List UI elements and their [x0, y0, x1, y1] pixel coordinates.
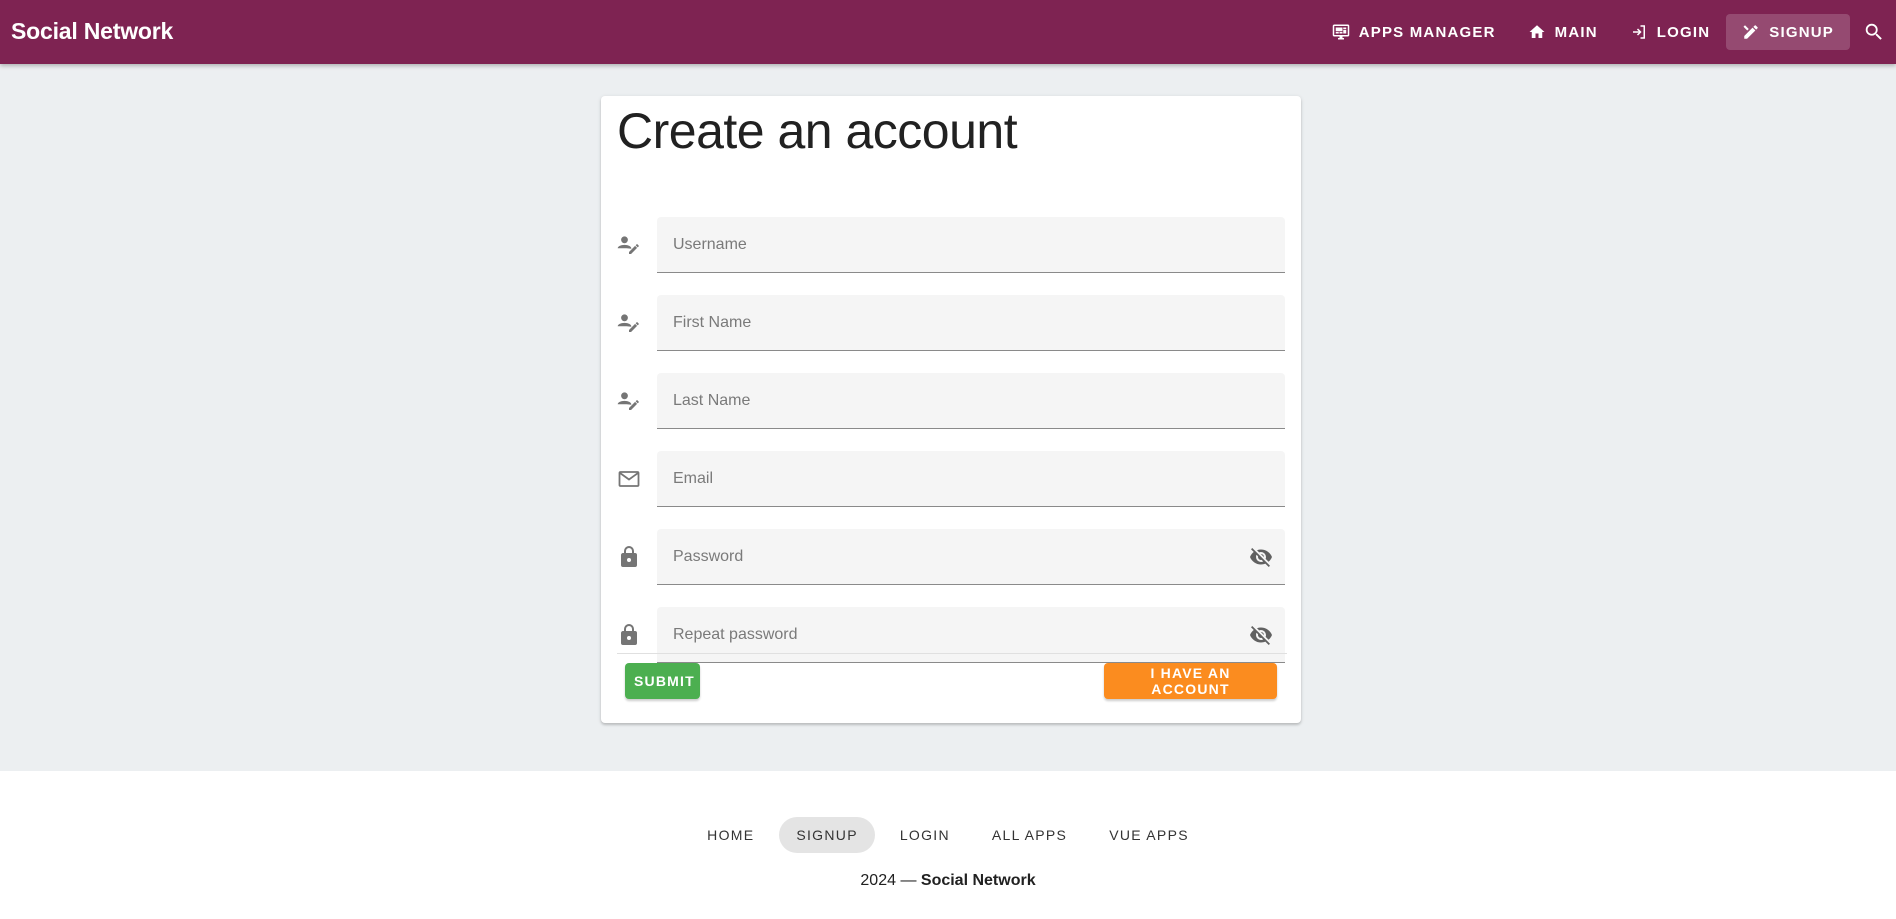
nav-login-label: LOGIN	[1656, 23, 1711, 41]
last-name-field	[657, 373, 1285, 429]
main-content: Create an account Username First Name La…	[0, 64, 1896, 771]
pencil-ruler-icon	[1743, 25, 1759, 39]
monitor-dashboard-icon	[1332, 24, 1349, 40]
app-bar: Social Network APPS MANAGER MAIN LOGIN S…	[0, 0, 1896, 64]
nav-signup-button[interactable]: SIGNUP	[1726, 14, 1850, 50]
nav-apps-manager-button[interactable]: APPS MANAGER	[1316, 14, 1512, 50]
eye-off-icon[interactable]	[1249, 545, 1273, 569]
email-row	[617, 451, 1287, 507]
email-field	[657, 451, 1285, 507]
repeat-password-row	[617, 607, 1287, 663]
footer-year: 2024 —	[860, 872, 921, 889]
first-name-field	[657, 295, 1285, 351]
last-name-input[interactable]	[673, 373, 1233, 429]
lock-icon	[621, 546, 637, 567]
email-outline-icon	[618, 471, 640, 487]
signup-card: Create an account Username First Name La…	[601, 96, 1301, 723]
submit-button[interactable]: SUBMIT	[625, 663, 700, 699]
page-title: Create an account	[617, 103, 1018, 159]
repeat-password-input[interactable]	[673, 607, 1233, 663]
password-row	[617, 529, 1287, 585]
username-field	[657, 217, 1285, 273]
footer-link-login[interactable]: LOGIN	[883, 817, 967, 853]
nav-main-label: MAIN	[1554, 23, 1598, 41]
nav-apps-manager-label: APPS MANAGER	[1358, 23, 1496, 41]
first-name-input[interactable]	[673, 295, 1233, 351]
footer-brand: Social Network	[920, 872, 1036, 889]
username-input[interactable]	[673, 217, 1233, 273]
footer-link-signup[interactable]: SIGNUP	[779, 817, 875, 853]
card-divider	[617, 653, 1287, 654]
footer-link-home[interactable]: HOME	[690, 817, 771, 853]
account-edit-icon	[617, 236, 639, 254]
footer-link-all-apps[interactable]: ALL APPS	[975, 817, 1084, 853]
brand-title[interactable]: Social Network	[11, 18, 173, 45]
first-name-row	[617, 295, 1287, 351]
home-icon	[1529, 25, 1545, 38]
login-icon	[1632, 25, 1645, 39]
last-name-row	[617, 373, 1287, 429]
footer-copyright: 2024 — Social Network	[0, 872, 1896, 890]
search-button[interactable]	[1854, 12, 1894, 52]
email-input[interactable]	[673, 451, 1233, 507]
footer-link-vue-apps[interactable]: VUE APPS	[1092, 817, 1206, 853]
footer-links: HOME SIGNUP LOGIN ALL APPS VUE APPS	[0, 817, 1896, 853]
password-input[interactable]	[673, 529, 1233, 585]
footer: HOME SIGNUP LOGIN ALL APPS VUE APPS 2024…	[0, 771, 1896, 919]
eye-off-icon[interactable]	[1249, 623, 1273, 647]
top-nav: APPS MANAGER MAIN LOGIN SIGNUP	[1316, 0, 1896, 64]
have-account-button[interactable]: I HAVE AN ACCOUNT	[1104, 663, 1277, 699]
username-row	[617, 217, 1287, 273]
account-edit-icon	[617, 392, 639, 410]
search-icon	[1865, 23, 1882, 40]
password-field	[657, 529, 1285, 585]
nav-login-button[interactable]: LOGIN	[1614, 14, 1727, 50]
account-edit-icon	[617, 314, 639, 332]
repeat-password-field	[657, 607, 1285, 663]
lock-icon	[621, 624, 637, 645]
nav-main-button[interactable]: MAIN	[1512, 14, 1614, 50]
nav-signup-label: SIGNUP	[1769, 23, 1834, 41]
